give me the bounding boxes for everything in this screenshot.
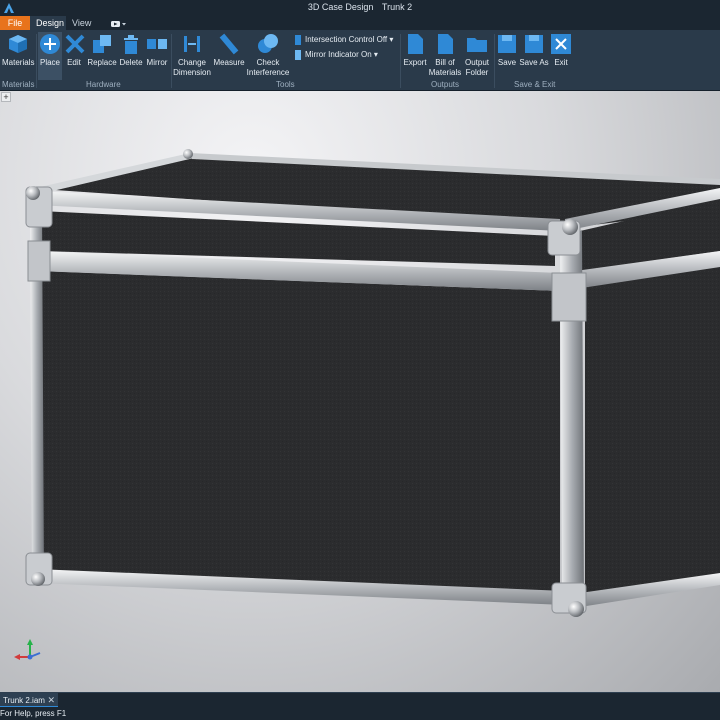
tab-file[interactable]: File xyxy=(0,16,30,30)
save-as-label: Save As xyxy=(519,58,549,67)
save-label: Save xyxy=(497,58,517,67)
change-dimension-label-2: Dimension xyxy=(173,68,211,77)
bill-of-materials-button[interactable]: Bill of Materials xyxy=(428,32,462,80)
bill-of-materials-icon xyxy=(438,34,453,54)
materials-label: Materials xyxy=(2,58,35,67)
measure-label: Measure xyxy=(213,58,245,67)
document-tab-label: Trunk 2.iam xyxy=(3,696,45,705)
close-icon xyxy=(551,34,571,54)
intersection-icon xyxy=(295,34,301,45)
replace-label: Replace xyxy=(87,58,117,67)
bill-of-materials-label-2: Materials xyxy=(428,68,462,77)
mirror-label: Mirror xyxy=(146,58,168,67)
document-tab[interactable]: Trunk 2.iam ✕ xyxy=(0,693,58,708)
axis-triad-icon xyxy=(14,639,41,660)
status-bar: For Help, press F1 xyxy=(0,707,720,720)
tab-view[interactable]: View xyxy=(66,16,97,30)
save-as-icon xyxy=(525,35,543,53)
trunk-model[interactable] xyxy=(0,91,720,692)
measure-button[interactable]: Measure xyxy=(212,32,246,80)
group-hardware: Hardware xyxy=(86,80,121,89)
edit-icon xyxy=(65,34,85,54)
separator xyxy=(36,34,37,88)
status-help-text: For Help, press F1 xyxy=(0,709,67,718)
delete-button[interactable]: Delete xyxy=(118,32,144,80)
replace-button[interactable]: Replace xyxy=(87,32,117,80)
tab-design[interactable]: Design xyxy=(30,16,66,30)
mirror-indicator-label: Mirror Indicator On xyxy=(305,50,372,59)
output-folder-label-2: Folder xyxy=(465,68,489,77)
bill-of-materials-label-1: Bill of xyxy=(435,58,455,67)
video-icon xyxy=(111,20,126,27)
mirror-icon xyxy=(147,39,167,49)
group-tools: Tools xyxy=(276,80,295,89)
group-materials: Materials xyxy=(2,80,35,89)
replace-icon xyxy=(93,35,111,53)
exit-button[interactable]: Exit xyxy=(549,32,573,80)
edit-label: Edit xyxy=(67,58,81,67)
tab-video[interactable] xyxy=(104,16,134,30)
materials-icon xyxy=(9,35,27,53)
document-tab-strip: Trunk 2.iam ✕ xyxy=(0,692,720,708)
edit-button[interactable]: Edit xyxy=(63,32,85,80)
separator xyxy=(400,34,401,88)
body-front-panel[interactable] xyxy=(40,271,560,596)
place-icon xyxy=(40,34,60,54)
trash-icon xyxy=(124,35,138,54)
export-button[interactable]: Export xyxy=(402,32,428,80)
folder-icon xyxy=(467,38,487,52)
document-name: Trunk 2 xyxy=(381,2,413,12)
ribbon: Materials Place Edit Replace Delete Mirr… xyxy=(0,30,720,91)
delete-label: Delete xyxy=(119,58,143,67)
app-name: 3D Case Design xyxy=(307,2,374,12)
change-dimension-label-1: Change xyxy=(177,58,207,67)
save-icon xyxy=(498,35,516,53)
3d-viewport[interactable]: + xyxy=(0,91,720,692)
export-icon xyxy=(408,34,423,54)
body-side-panel[interactable] xyxy=(585,266,720,596)
close-tab-icon[interactable]: ✕ xyxy=(47,693,55,708)
group-outputs: Outputs xyxy=(431,80,460,89)
exit-label: Exit xyxy=(554,58,568,67)
dimension-icon xyxy=(184,36,200,52)
intersection-control-toggle[interactable]: Intersection Control Off ▾ xyxy=(294,34,393,46)
save-as-button[interactable]: Save As xyxy=(519,32,549,80)
separator xyxy=(171,34,172,88)
save-button[interactable]: Save xyxy=(495,32,519,80)
materials-button[interactable]: Materials xyxy=(2,32,34,80)
group-save-exit: Save & Exit xyxy=(514,80,556,89)
title-bar: 3D Case Design Trunk 2 xyxy=(0,0,720,16)
output-folder-button[interactable]: Output Folder xyxy=(462,32,492,80)
check-interference-label-2: Interference xyxy=(246,68,290,77)
window-title: 3D Case Design Trunk 2 xyxy=(0,2,720,12)
check-interference-button[interactable]: Check Interference xyxy=(246,32,290,80)
ribbon-tabs: File Design View xyxy=(0,16,720,30)
intersection-control-label: Intersection Control Off xyxy=(305,35,388,44)
output-folder-label-1: Output xyxy=(464,58,489,67)
interference-icon xyxy=(258,34,278,53)
mirror-indicator-icon xyxy=(295,49,301,60)
change-dimension-button[interactable]: Change Dimension xyxy=(173,32,211,80)
place-button[interactable]: Place xyxy=(38,32,62,80)
mirror-indicator-toggle[interactable]: Mirror Indicator On ▾ xyxy=(294,49,378,61)
export-label: Export xyxy=(403,58,427,67)
place-label: Place xyxy=(39,58,60,67)
mirror-button[interactable]: Mirror xyxy=(145,32,169,80)
ruler-icon xyxy=(219,33,239,55)
check-interference-label-1: Check xyxy=(256,58,280,67)
